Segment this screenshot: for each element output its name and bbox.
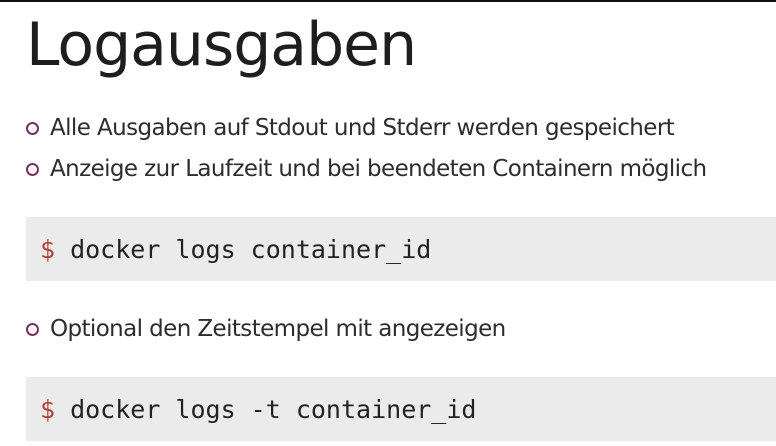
bullet-text: Anzeige zur Laufzeit und bei beendeten C…: [50, 156, 707, 182]
shell-command: docker logs -t container_id: [70, 394, 477, 424]
bullet-item: Anzeige zur Laufzeit und bei beendeten C…: [26, 149, 707, 189]
circle-bullet-icon: [26, 121, 39, 135]
bullet-text: Alle Ausgaben auf Stdout und Stderr werd…: [50, 115, 675, 141]
circle-bullet-icon: [26, 162, 39, 176]
shell-prompt: $: [40, 394, 56, 424]
code-block: $ docker logs container_id: [26, 217, 776, 281]
bullet-text: Optional den Zeitstempel mit angezeigen: [50, 316, 506, 342]
shell-command: docker logs container_id: [70, 234, 432, 264]
bullet-item: Alle Ausgaben auf Stdout und Stderr werd…: [26, 108, 675, 148]
slide-title: Logausgaben: [26, 10, 417, 80]
shell-prompt: $: [40, 234, 56, 264]
bullet-item: Optional den Zeitstempel mit angezeigen: [26, 309, 506, 349]
code-block: $ docker logs -t container_id: [26, 377, 776, 441]
circle-bullet-icon: [26, 322, 39, 336]
